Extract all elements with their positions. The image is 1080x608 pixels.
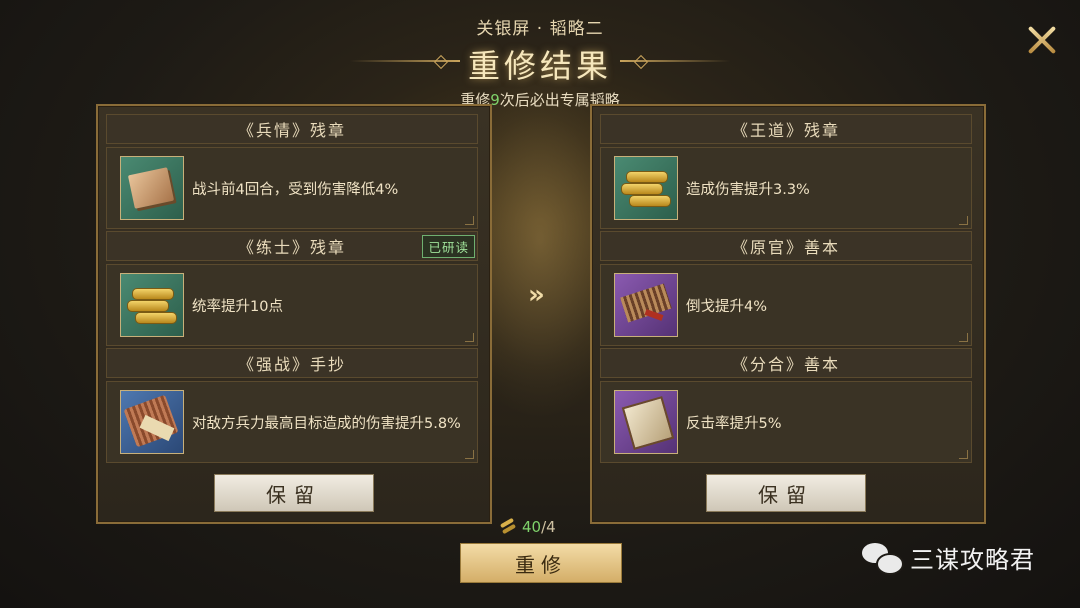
bamboo-book-icon bbox=[614, 273, 678, 337]
keep-current-button[interactable]: 保留 bbox=[214, 474, 374, 512]
right-slot-2: 《原官》善本 倒戈提升4% bbox=[600, 231, 972, 346]
hero-strategy-subtitle: 关银屏 · 韬略二 bbox=[476, 19, 604, 39]
slot-effect: 造成伤害提升3.3% bbox=[686, 181, 810, 198]
slot-body: 战斗前4回合，受到伤害降低4% bbox=[106, 147, 478, 229]
studied-badge: 已研读 bbox=[422, 235, 475, 258]
page-title: 重修结果 bbox=[467, 47, 612, 85]
cost-owned: 40 bbox=[522, 518, 542, 536]
right-slot-1: 《王道》残章 造成伤害提升3.3% bbox=[600, 114, 972, 229]
current-strategy-panel: 《兵情》残章 战斗前4回合，受到伤害降低4% 《练士》残章 已研读 统率提升10… bbox=[96, 104, 492, 524]
keep-new-button[interactable]: 保留 bbox=[706, 474, 866, 512]
slot-body: 反击率提升5% bbox=[600, 381, 972, 463]
book-icon bbox=[120, 156, 184, 220]
slot-body: 对敌方兵力最高目标造成的伤害提升5.8% bbox=[106, 381, 478, 463]
slot-name: 《强战》手抄 bbox=[106, 348, 478, 378]
bamboo-scroll-icon bbox=[120, 273, 184, 337]
slot-effect: 统率提升10点 bbox=[192, 298, 283, 315]
slot-name: 《原官》善本 bbox=[600, 231, 972, 261]
bamboo-scroll-icon bbox=[614, 156, 678, 220]
new-strategy-panel: 《王道》残章 造成伤害提升3.3% 《原官》善本 倒戈提升4% 《分合》善本 反… bbox=[590, 104, 986, 524]
bamboo-slip-icon bbox=[498, 519, 518, 535]
slot-body: 造成伤害提升3.3% bbox=[600, 147, 972, 229]
slot-name: 《练士》残章 bbox=[237, 238, 346, 257]
slot-effect: 战斗前4回合，受到伤害降低4% bbox=[192, 181, 399, 198]
rolled-scroll-icon bbox=[120, 390, 184, 454]
wechat-icon bbox=[862, 541, 904, 575]
close-icon[interactable] bbox=[1024, 22, 1060, 58]
slot-effect: 倒戈提升4% bbox=[686, 298, 768, 315]
slot-body: 倒戈提升4% bbox=[600, 264, 972, 346]
slot-header: 《练士》残章 已研读 bbox=[106, 231, 478, 261]
slot-name: 《王道》残章 bbox=[600, 114, 972, 144]
header: 关银屏 · 韬略二 重修结果 重修9次后必出专属韬略 bbox=[0, 14, 1080, 110]
slot-body: 统率提升10点 bbox=[106, 264, 478, 346]
watermark-text: 三谋攻略君 bbox=[910, 546, 1035, 574]
slot-name: 《分合》善本 bbox=[600, 348, 972, 378]
open-book-icon bbox=[614, 390, 678, 454]
left-slot-3: 《强战》手抄 对敌方兵力最高目标造成的伤害提升5.8% bbox=[106, 348, 478, 463]
reroll-cost: 40 / 4 bbox=[498, 518, 556, 536]
cost-required: 4 bbox=[546, 518, 556, 536]
watermark: 三谋攻略君 bbox=[862, 540, 1035, 575]
slot-effect: 对敌方兵力最高目标造成的伤害提升5.8% bbox=[192, 415, 461, 432]
double-chevron-right-icon: » bbox=[528, 280, 545, 310]
left-slot-2: 《练士》残章 已研读 统率提升10点 bbox=[106, 231, 478, 346]
reroll-button[interactable]: 重修 bbox=[460, 543, 622, 583]
right-slot-3: 《分合》善本 反击率提升5% bbox=[600, 348, 972, 463]
slot-name: 《兵情》残章 bbox=[106, 114, 478, 144]
slot-effect: 反击率提升5% bbox=[686, 415, 782, 432]
left-slot-1: 《兵情》残章 战斗前4回合，受到伤害降低4% bbox=[106, 114, 478, 229]
